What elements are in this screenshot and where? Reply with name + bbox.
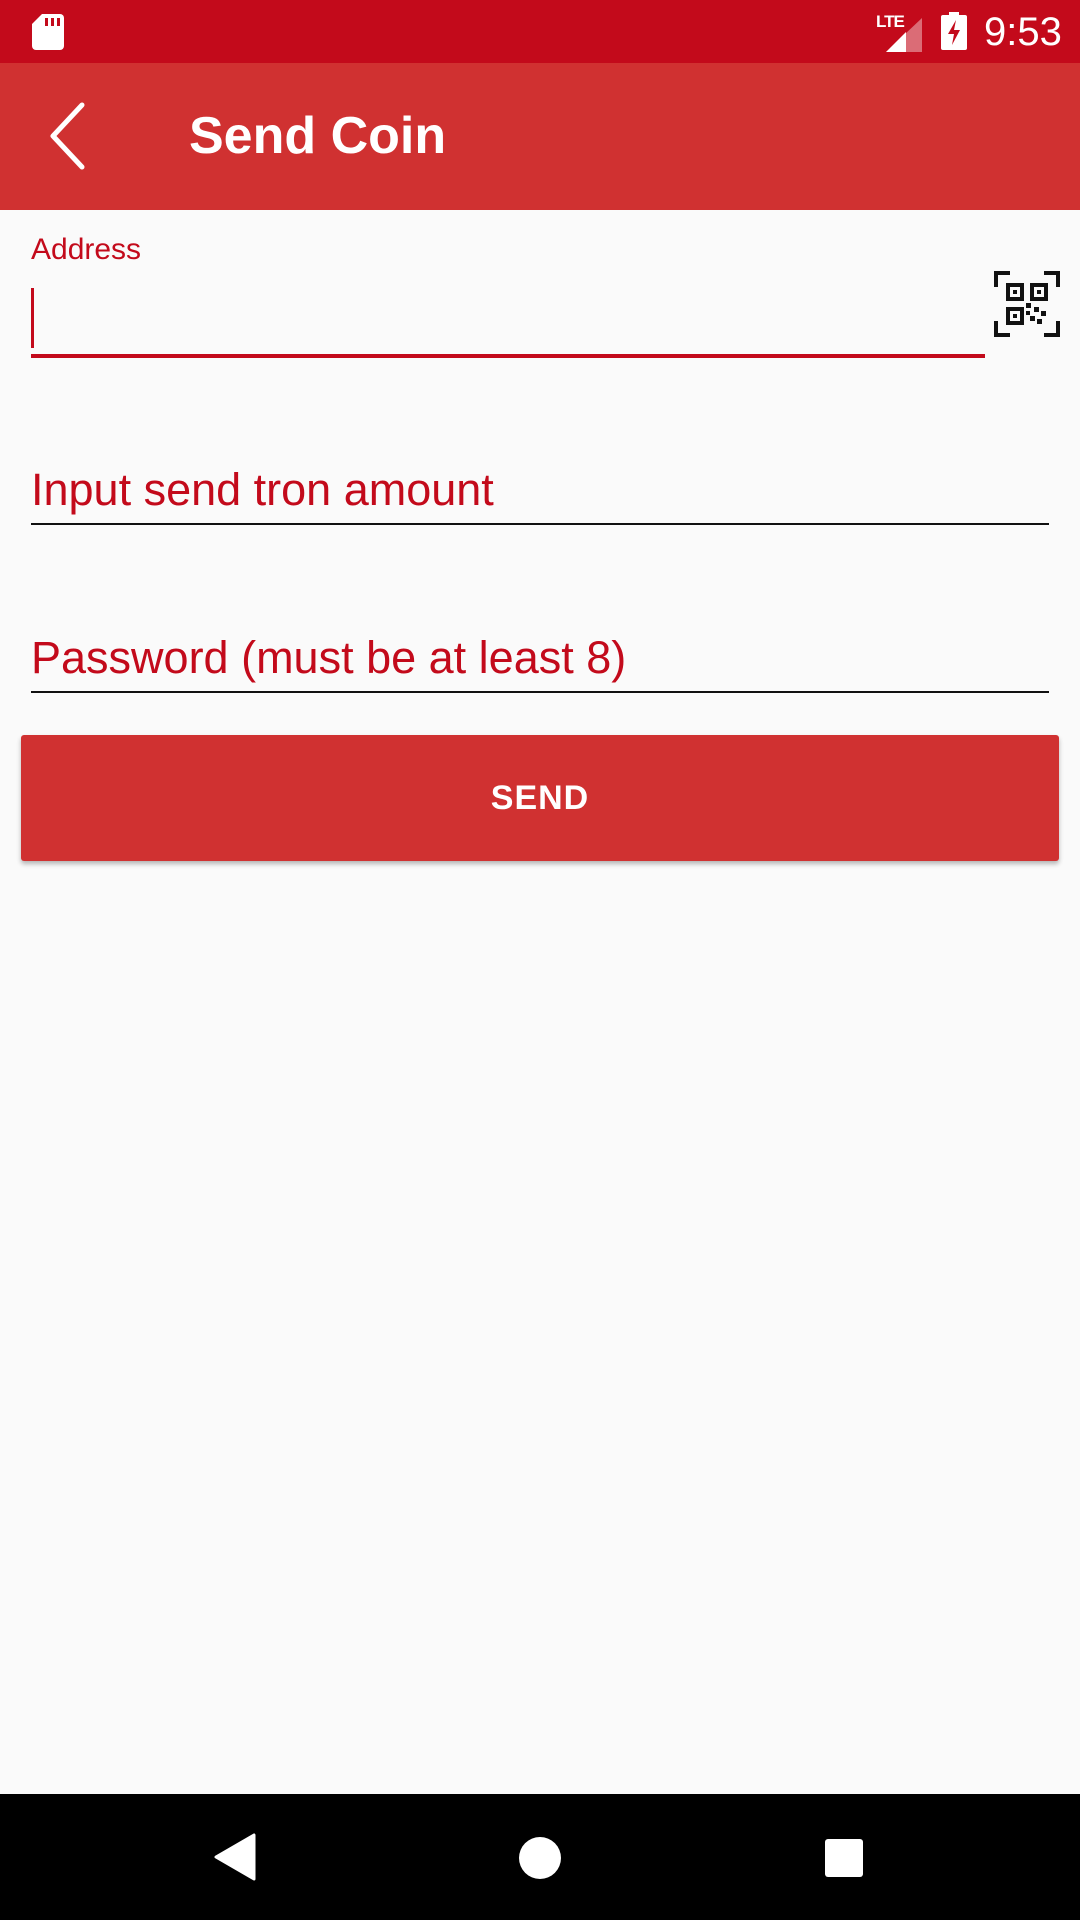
page-title: Send Coin — [189, 107, 447, 165]
qr-scan-icon — [994, 271, 1060, 337]
status-bar: LTE 9:53 — [0, 0, 1080, 63]
send-button[interactable]: SEND — [21, 735, 1059, 861]
amount-placeholder: Input send tron amount — [31, 464, 494, 515]
text-cursor — [31, 288, 34, 348]
nav-home-icon[interactable] — [518, 1836, 562, 1880]
back-button[interactable] — [36, 93, 102, 179]
navigation-bar — [0, 1794, 1080, 1920]
nav-back-icon[interactable] — [214, 1833, 256, 1881]
address-label: Address — [31, 233, 142, 266]
nav-recents-icon[interactable] — [824, 1838, 864, 1878]
amount-input[interactable]: Input send tron amount — [31, 455, 1049, 525]
signal-icon: LTE — [876, 12, 922, 52]
password-placeholder: Password (must be at least 8) — [31, 632, 627, 683]
status-time: 9:53 — [984, 10, 1062, 54]
sd-card-icon — [32, 14, 64, 50]
qr-scan-button[interactable] — [994, 271, 1060, 337]
back-arrow-icon — [50, 102, 85, 170]
app-bar: Send Coin — [0, 63, 1080, 210]
address-input[interactable] — [31, 278, 985, 358]
battery-charging-icon — [941, 12, 967, 50]
password-input[interactable]: Password (must be at least 8) — [31, 623, 1049, 693]
